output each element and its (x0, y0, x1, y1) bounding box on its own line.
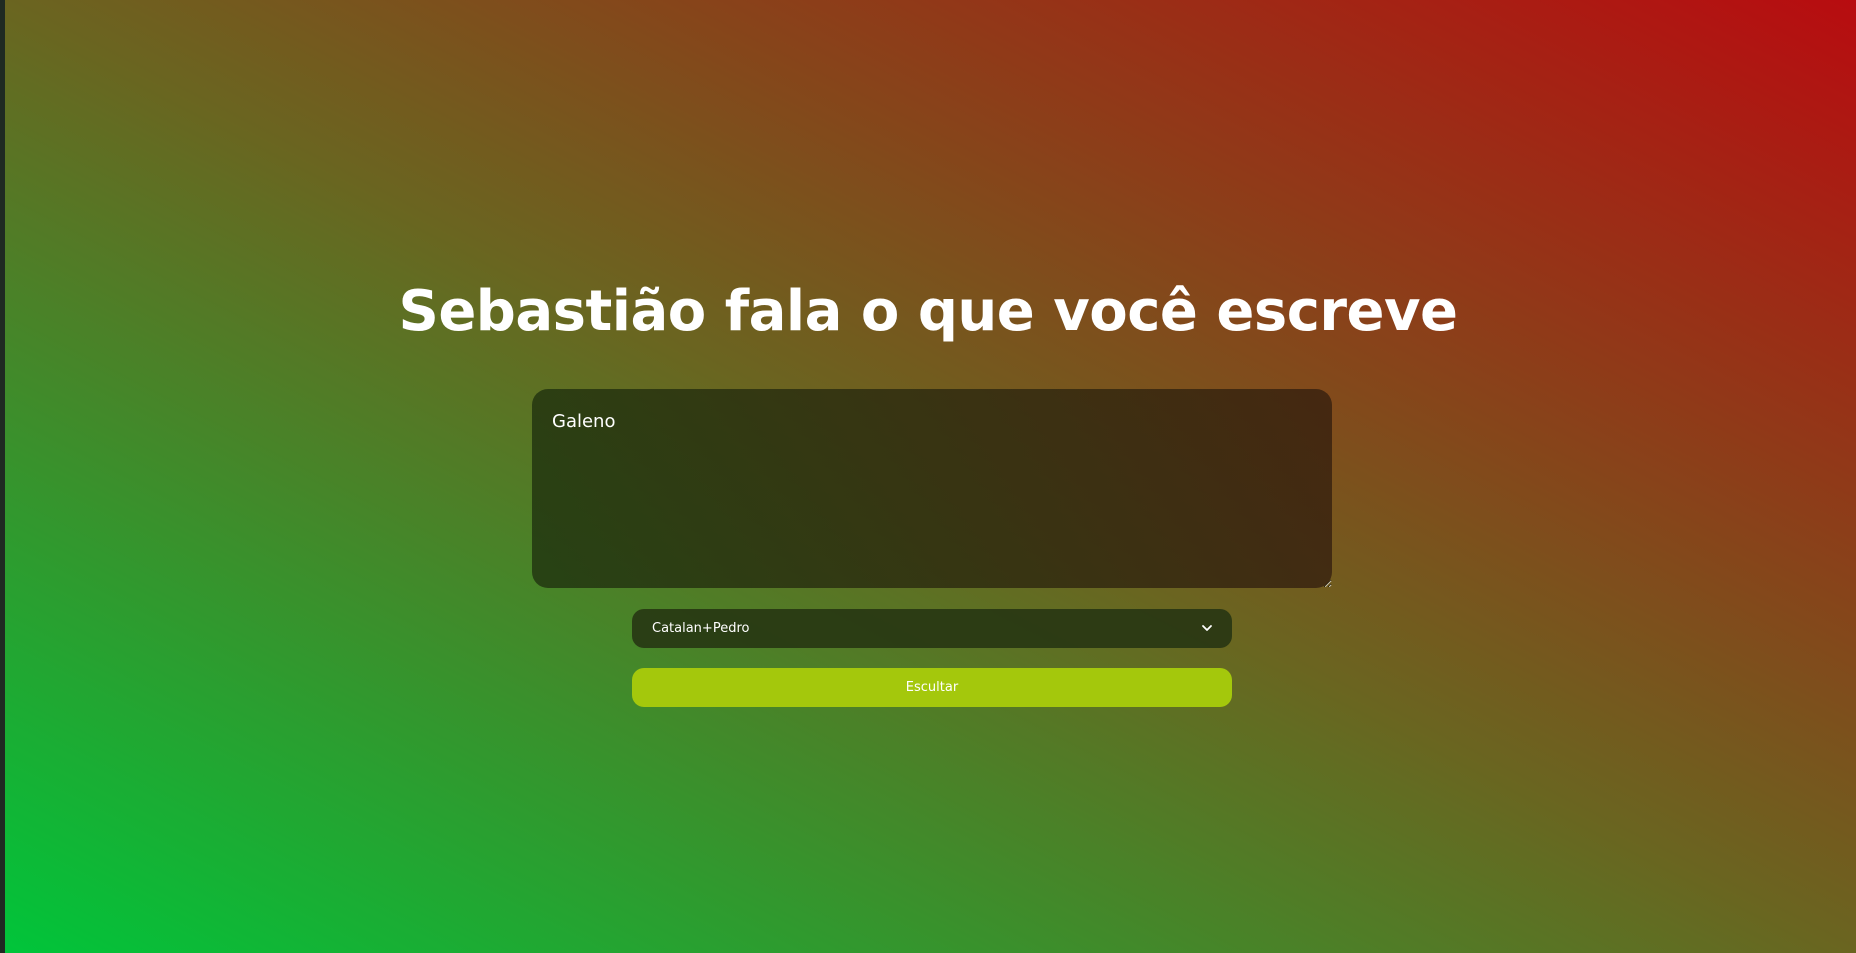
page-title: Sebastião fala o que você escreve (398, 279, 1458, 344)
voice-select-value: Catalan+Pedro (652, 621, 750, 636)
listen-button[interactable]: Escultar (632, 668, 1232, 707)
speech-text-input[interactable]: Galeno (532, 389, 1332, 588)
main-container: Sebastião fala o que você escreve Galeno… (0, 0, 1856, 953)
chevron-down-icon (1202, 625, 1212, 631)
voice-select[interactable]: Catalan+Pedro (632, 609, 1232, 648)
